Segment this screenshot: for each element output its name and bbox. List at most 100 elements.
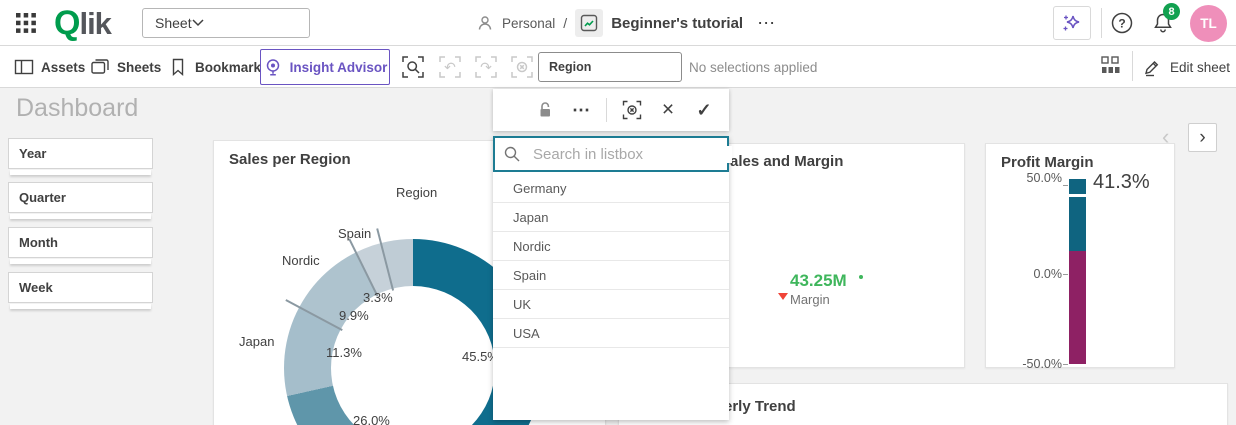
- qlik-logo: Qlik: [54, 4, 111, 43]
- edit-sheet-button[interactable]: Edit sheet: [1142, 46, 1230, 88]
- help-icon: ?: [1109, 10, 1135, 36]
- gauge-tick-neg50: -50.0%: [1004, 357, 1062, 371]
- waffle-icon: [15, 12, 37, 34]
- listbox-item-germany[interactable]: Germany: [493, 174, 729, 203]
- region-field-label: Region: [549, 60, 591, 74]
- sheet-selector-dropdown[interactable]: Sheet: [142, 8, 310, 38]
- listbox-item-japan[interactable]: Japan: [493, 203, 729, 232]
- listbox-item-usa[interactable]: USA: [493, 319, 729, 348]
- kpi-margin-value[interactable]: 43.25M: [790, 271, 847, 291]
- region-field-chip[interactable]: Region: [538, 52, 682, 82]
- bookmark-icon: [168, 57, 188, 77]
- insight-advisor-label: Insight Advisor: [290, 60, 388, 75]
- donut-value-japan: 11.3%: [326, 345, 362, 360]
- search-selections-button[interactable]: [400, 54, 426, 80]
- gauge-bar[interactable]: [1069, 179, 1086, 364]
- bookmarks-button[interactable]: Bookmarks: [168, 46, 269, 88]
- assets-label: Assets: [41, 60, 85, 75]
- app-title: Beginner's tutorial: [611, 15, 743, 32]
- insight-advisor-button[interactable]: Insight Advisor: [260, 49, 390, 85]
- confirm-selection-button[interactable]: ✓: [693, 99, 715, 121]
- listbox-more-options-button[interactable]: ⋯: [570, 99, 592, 121]
- clear-listbox-selections-button[interactable]: [621, 99, 643, 121]
- listbox-search-box[interactable]: [493, 136, 729, 172]
- help-button[interactable]: ?: [1106, 7, 1138, 39]
- trend-up-icon: [859, 275, 863, 279]
- app-more-options-button[interactable]: ⋯: [751, 13, 782, 34]
- trend-down-icon: [778, 293, 788, 300]
- donut-legend-title: Region: [396, 185, 437, 200]
- listbox-search-input[interactable]: [533, 146, 732, 163]
- edit-sheet-label: Edit sheet: [1170, 60, 1230, 75]
- assets-panel-icon: [14, 57, 34, 77]
- listbox-popup-toolbar: ⋯ × ✓: [493, 89, 729, 131]
- gauge-value-label: 41.3%: [1093, 171, 1150, 194]
- donut-label-spain: Spain: [338, 226, 371, 241]
- listbox-item-spain[interactable]: Spain: [493, 261, 729, 290]
- kpi-margin-label: Margin: [790, 292, 830, 307]
- insight-advisor-chat-button[interactable]: [1053, 6, 1091, 40]
- app-menu-button[interactable]: [14, 11, 38, 35]
- sparkles-icon: [1060, 11, 1084, 35]
- listbox-items: Germany Japan Nordic Spain UK USA: [493, 174, 729, 348]
- breadcrumb-separator: /: [563, 15, 567, 31]
- insight-advisor-icon: [263, 57, 283, 77]
- avatar[interactable]: TL: [1190, 5, 1227, 42]
- sheets-button[interactable]: Sheets: [90, 46, 161, 88]
- donut-chart-title: Sales per Region: [229, 151, 351, 168]
- sheets-label: Sheets: [117, 60, 161, 75]
- page-title: Dashboard: [16, 94, 138, 123]
- undo-button[interactable]: ↶: [437, 54, 463, 80]
- popup-toolbar-divider: [606, 98, 607, 122]
- search-icon: [503, 145, 521, 163]
- donut-label-japan: Japan: [239, 334, 274, 349]
- chevron-down-icon: [192, 19, 204, 27]
- sheets-icon: [90, 57, 110, 77]
- breadcrumb: Personal / Beginner's tutorial ⋯: [476, 0, 782, 46]
- toolbar-divider: [1132, 51, 1133, 81]
- filter-month[interactable]: Month: [8, 227, 153, 258]
- app-icon: [575, 9, 603, 37]
- donut-value-spain: 3.3%: [363, 290, 393, 305]
- donut-value-uk: 26.0%: [353, 413, 390, 425]
- top-bar: Qlik Sheet Personal / Beginner's tutoria…: [0, 0, 1236, 46]
- assets-button[interactable]: Assets: [14, 46, 85, 88]
- svg-text:↶: ↶: [444, 59, 456, 75]
- gauge-tick-0: 0.0%: [1004, 267, 1062, 281]
- donut-value-nordic: 9.9%: [339, 308, 369, 323]
- filter-quarter[interactable]: Quarter: [8, 182, 153, 213]
- bookmarks-label: Bookmarks: [195, 60, 269, 75]
- selections-status: No selections applied: [689, 46, 817, 88]
- listbox-item-nordic[interactable]: Nordic: [493, 232, 729, 261]
- gauge-value-marker: [1069, 194, 1086, 197]
- gauge-negative-segment: [1069, 251, 1086, 364]
- svg-text:↷: ↷: [480, 59, 492, 75]
- svg-text:?: ?: [1118, 17, 1125, 31]
- lock-open-button[interactable]: [534, 99, 556, 121]
- cancel-selection-button[interactable]: ×: [657, 99, 679, 121]
- sheet-selector-label: Sheet: [155, 15, 192, 31]
- user-icon: [476, 14, 494, 32]
- sheet-grid-button[interactable]: [1100, 54, 1126, 80]
- app-root: Qlik Sheet Personal / Beginner's tutoria…: [0, 0, 1236, 425]
- gauge-positive-segment: [1069, 179, 1086, 251]
- listbox-item-uk[interactable]: UK: [493, 290, 729, 319]
- donut-label-nordic: Nordic: [282, 253, 320, 268]
- breadcrumb-owner[interactable]: Personal: [502, 16, 555, 31]
- region-listbox-popup: Germany Japan Nordic Spain UK USA: [493, 136, 729, 420]
- redo-button[interactable]: ↷: [473, 54, 499, 80]
- gauge-tickmark: [1063, 364, 1068, 365]
- kpi-title: Sales and Margin: [720, 153, 843, 170]
- filter-year[interactable]: Year: [8, 138, 153, 169]
- profit-margin-card: Profit Margin 50.0% 0.0% -50.0% 41.3%: [985, 143, 1175, 368]
- next-sheet-button[interactable]: ›: [1188, 123, 1217, 152]
- gauge-title: Profit Margin: [1001, 154, 1094, 171]
- notification-badge: 8: [1163, 3, 1180, 20]
- gauge-tickmark: [1063, 274, 1068, 275]
- topbar-divider: [1101, 8, 1102, 38]
- filter-week[interactable]: Week: [8, 272, 153, 303]
- sheet-toolbar: Assets Sheets Bookmarks Insight Advisor …: [0, 46, 1236, 88]
- clear-selections-button[interactable]: [509, 54, 535, 80]
- gauge-tickmark: [1063, 185, 1068, 186]
- gauge-tick-50: 50.0%: [1004, 171, 1062, 185]
